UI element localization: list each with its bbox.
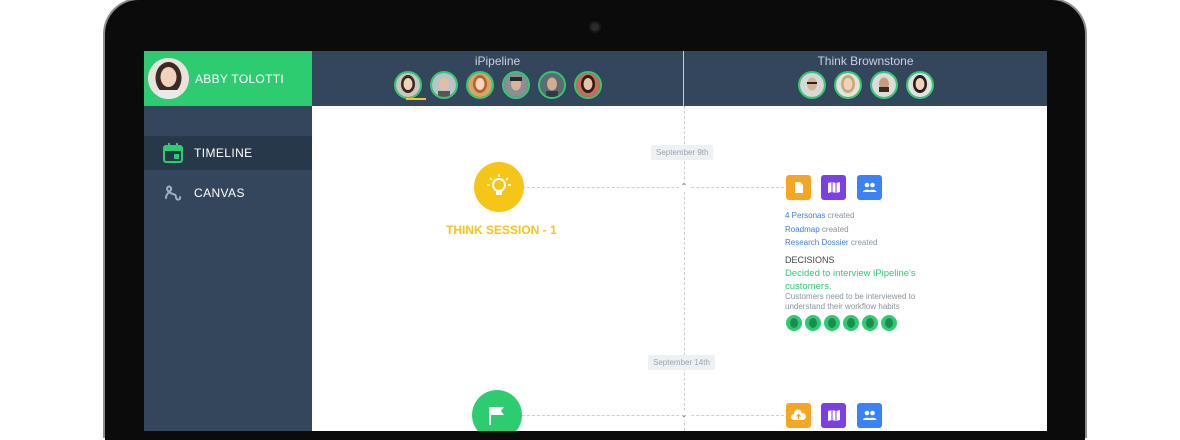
app-screen: ABBY TOLOTTI TIMELINE CANVAS iPipeline T… (144, 51, 1047, 431)
participant-avatar[interactable] (824, 315, 840, 331)
user-profile[interactable]: ABBY TOLOTTI (144, 51, 312, 106)
sidebar-item-label: CANVAS (194, 186, 245, 200)
session-node[interactable] (474, 162, 524, 212)
cloud-upload-icon (791, 409, 807, 420)
participant-avatar[interactable] (881, 315, 897, 331)
calendar-icon (163, 143, 183, 163)
participant-avatar[interactable] (805, 315, 821, 331)
sidebar-item-canvas[interactable]: CANVAS (144, 176, 312, 210)
participant-avatar[interactable] (862, 315, 878, 331)
map-tile[interactable] (821, 175, 846, 200)
sidebar-item-timeline[interactable]: TIMELINE (144, 136, 312, 170)
avatar[interactable] (148, 58, 189, 99)
member-avatar[interactable] (833, 71, 862, 99)
session-node[interactable] (472, 390, 522, 431)
connector-line (522, 187, 784, 188)
squiggle-icon (165, 185, 182, 201)
team-think-brownstone: Think Brownstone (684, 51, 1047, 106)
team-members (312, 71, 683, 99)
session-title[interactable]: THINK SESSION - 1 (446, 223, 557, 237)
lightbulb-icon (487, 174, 511, 195)
participant-avatar[interactable] (786, 315, 802, 331)
created-item: Roadmap created (785, 225, 849, 234)
personas-link[interactable]: 4 Personas (785, 211, 825, 220)
team-name: Think Brownstone (817, 54, 914, 68)
user-name: ABBY TOLOTTI (195, 72, 284, 86)
camera-icon (591, 23, 599, 31)
member-avatar[interactable] (465, 71, 494, 99)
created-suffix: created (827, 211, 855, 220)
created-item: Research Dossier created (785, 238, 878, 247)
map-icon (828, 410, 840, 421)
decision-note: Customers need to be interviewed to unde… (785, 292, 916, 311)
team-ipipeline: iPipeline (312, 51, 683, 106)
map-icon (828, 182, 840, 193)
created-suffix: created (821, 225, 849, 234)
people-icon (863, 182, 877, 192)
people-tile[interactable] (857, 403, 882, 428)
team-name: iPipeline (474, 54, 521, 68)
chevron-down-icon[interactable]: ⌄ (679, 410, 689, 420)
team-members (684, 71, 1047, 99)
participant-avatar[interactable] (843, 315, 859, 331)
chevron-up-icon[interactable]: ⌃ (679, 182, 689, 192)
created-suffix: created (850, 238, 878, 247)
timeline-view: September 9th ⌃ THINK SESSION - 1 4 Pers… (312, 106, 1047, 431)
member-avatar[interactable] (573, 71, 602, 99)
sidebar-item-label: TIMELINE (194, 146, 253, 160)
connector-line (522, 415, 784, 416)
team-header: iPipeline Think Brownstone (312, 51, 1047, 106)
member-avatar[interactable] (537, 71, 566, 99)
map-tile[interactable] (821, 403, 846, 428)
roadmap-link[interactable]: Roadmap (785, 225, 820, 234)
date-label: September 14th (648, 355, 715, 370)
people-icon (863, 410, 877, 420)
flag-icon (489, 407, 504, 425)
sidebar: ABBY TOLOTTI TIMELINE CANVAS (144, 51, 312, 431)
member-avatar[interactable] (869, 71, 898, 99)
member-avatar[interactable] (429, 71, 458, 99)
people-tile[interactable] (857, 175, 882, 200)
member-avatar[interactable] (501, 71, 530, 99)
decisions-heading: DECISIONS (785, 255, 835, 265)
member-avatar[interactable] (393, 71, 422, 99)
date-label: September 9th (651, 145, 714, 160)
research-dossier-link[interactable]: Research Dossier (785, 238, 849, 247)
upload-tile[interactable] (786, 403, 811, 428)
selected-member-indicator (406, 98, 426, 100)
document-icon (795, 182, 803, 193)
created-item: 4 Personas created (785, 211, 854, 220)
member-avatar[interactable] (905, 71, 934, 99)
decision-participants (786, 315, 897, 331)
document-tile[interactable] (786, 175, 811, 200)
decision-text: Decided to interview iPipeline's custome… (785, 268, 916, 292)
member-avatar[interactable] (797, 71, 826, 99)
